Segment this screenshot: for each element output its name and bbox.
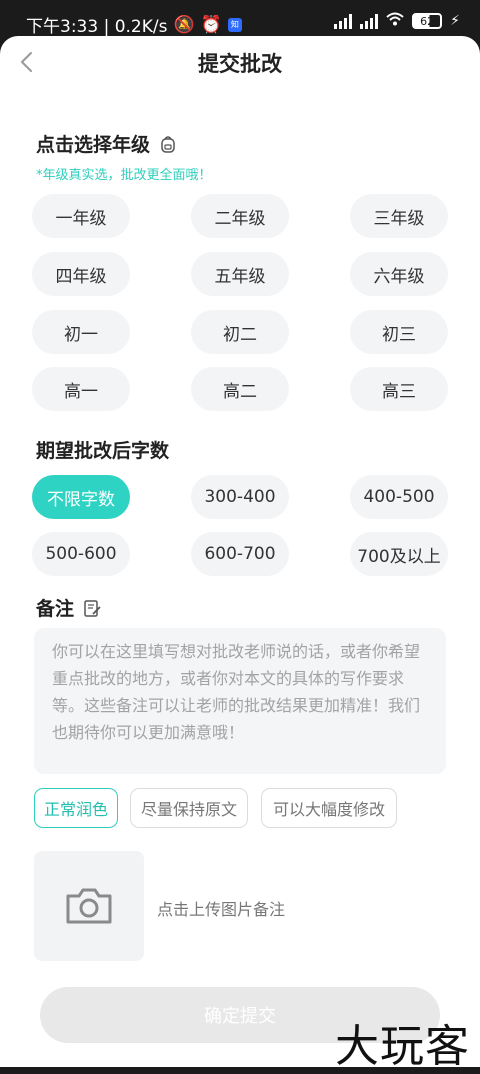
grade-chip[interactable]: 初二 <box>191 310 289 354</box>
wordcount-chip[interactable]: 400-500 <box>350 475 448 519</box>
signal-icon <box>334 13 353 29</box>
wordcount-chip[interactable]: 700及以上 <box>350 532 448 576</box>
style-tag[interactable]: 尽量保持原文 <box>130 788 248 828</box>
style-tag-selected[interactable]: 正常润色 <box>34 788 118 828</box>
battery-icon: 62 <box>412 13 443 29</box>
grade-chip[interactable]: 高一 <box>32 367 130 411</box>
charging-icon: ⚡ <box>450 13 460 29</box>
note-section-title: 备注 <box>36 594 102 621</box>
status-time: 下午3:33 | 0.2K/s <box>26 17 168 37</box>
grade-chip[interactable]: 高二 <box>191 367 289 411</box>
upload-label: 点击上传图片备注 <box>157 900 286 919</box>
backpack-icon <box>161 135 175 153</box>
app-notification-icon: 知 <box>227 17 242 32</box>
style-tag[interactable]: 可以大幅度修改 <box>261 788 397 828</box>
grade-chip[interactable]: 六年级 <box>350 252 448 296</box>
wordcount-chip-selected[interactable]: 不限字数 <box>32 475 130 519</box>
grade-hint: *年级真实选，批改更全面哦！ <box>36 168 212 183</box>
wordcount-chip[interactable]: 600-700 <box>191 532 289 576</box>
grade-chip[interactable]: 一年级 <box>32 194 130 238</box>
grade-chip[interactable]: 五年级 <box>191 252 289 296</box>
grade-chip[interactable]: 二年级 <box>191 194 289 238</box>
grade-chip[interactable]: 四年级 <box>32 252 130 296</box>
watermark: 大玩客 <box>335 1021 470 1072</box>
submit-sheet: 提交批改 点击选择年级 *年级真实选，批改更全面哦！ 一年级 二年级 三年级 四… <box>0 36 480 1067</box>
grade-section-title: 点击选择年级 <box>36 130 178 157</box>
grade-chip[interactable]: 三年级 <box>350 194 448 238</box>
image-upload-button[interactable] <box>34 851 144 961</box>
alarm-icon: ⏰ <box>200 14 222 35</box>
grade-chip[interactable]: 初一 <box>32 310 130 354</box>
signal-icon-2 <box>360 13 379 29</box>
camera-icon <box>66 888 112 924</box>
page-title: 提交批改 <box>198 52 282 76</box>
wordcount-section-title: 期望批改后字数 <box>36 440 170 462</box>
wordcount-chip[interactable]: 500-600 <box>32 532 130 576</box>
wordcount-chip[interactable]: 300-400 <box>191 475 289 519</box>
grade-chip[interactable]: 初三 <box>350 310 448 354</box>
wifi-icon <box>386 12 404 30</box>
grade-chip[interactable]: 高三 <box>350 367 448 411</box>
note-textarea[interactable]: 你可以在这里填写想对批改老师说的话，或者你希望重点批改的地方，或者你对本文的具体… <box>34 628 446 774</box>
mute-icon: 🔕 <box>173 14 195 35</box>
edit-note-icon <box>84 599 101 617</box>
